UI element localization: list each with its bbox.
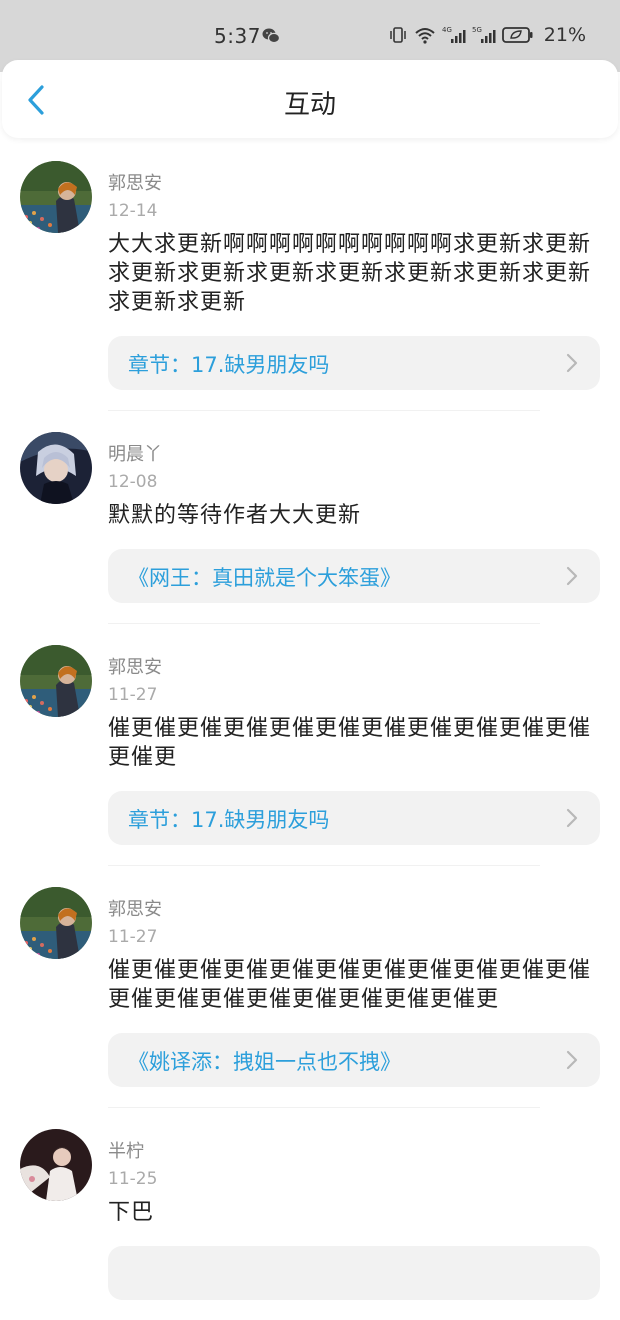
comment-item: 郭思安 12-14 大大求更新啊啊啊啊啊啊啊啊啊啊求更新求更新求更新求更新求更新… (0, 140, 620, 410)
chapter-link-card[interactable]: 章节：17.缺男朋友吗 (108, 791, 600, 845)
chapter-link-card[interactable]: 章节：17.缺男朋友吗 (108, 336, 600, 390)
vibrate-icon (388, 25, 408, 45)
battery-saver-icon (501, 26, 534, 44)
comment-date: 11-27 (108, 927, 158, 947)
signal-5g-icon: 5G (472, 25, 496, 45)
nav-header: 互动 (2, 60, 618, 138)
comment-text: 默默的等待作者大大更新 (108, 503, 362, 528)
wechat-notification-icon (262, 28, 281, 44)
book-link-card[interactable]: 《网王：真田就是个大笨蛋》 (108, 549, 600, 603)
link-text: 章节：17.缺男朋友吗 (128, 353, 330, 377)
comment-date: 11-25 (108, 1169, 158, 1189)
comment-text: 下巴 (108, 1200, 155, 1225)
wifi-icon (414, 25, 436, 45)
link-text: 章节：17.缺男朋友吗 (128, 808, 330, 832)
comment-date: 11-27 (108, 685, 158, 705)
username[interactable]: 郭思安 (108, 172, 600, 196)
user-avatar[interactable] (20, 432, 92, 504)
user-avatar[interactable] (20, 161, 92, 233)
user-avatar[interactable] (20, 1129, 92, 1201)
user-avatar[interactable] (20, 887, 92, 959)
signal-4g-icon: 4G (442, 25, 466, 45)
chevron-right-icon (566, 566, 578, 586)
link-card[interactable] (108, 1246, 600, 1300)
chevron-right-icon (566, 808, 578, 828)
svg-text:5G: 5G (472, 26, 482, 34)
comment-item: 郭思安 11-27 催更催更催更催更催更催更催更催更催更催更催更催更催更催更催更… (0, 866, 620, 1107)
username[interactable]: 明晨丫 (108, 443, 600, 467)
comment-date: 12-08 (108, 472, 158, 492)
link-text: 《姚译添：拽姐一点也不拽》 (128, 1050, 401, 1074)
user-avatar[interactable] (20, 645, 92, 717)
comment-feed[interactable]: 郭思安 12-14 大大求更新啊啊啊啊啊啊啊啊啊啊求更新求更新求更新求更新求更新… (0, 140, 620, 1320)
status-time: 5:37 (214, 24, 261, 48)
chevron-right-icon (566, 1050, 578, 1070)
comment-item: 郭思安 11-27 催更催更催更催更催更催更催更催更催更催更催更催更 章节：17… (0, 624, 620, 865)
chevron-right-icon (566, 353, 578, 373)
link-text: 《网王：真田就是个大笨蛋》 (128, 566, 401, 590)
status-icons: 4G 5G 21% (388, 24, 586, 46)
comment-item: 明晨丫 12-08 默默的等待作者大大更新 《网王：真田就是个大笨蛋》 (0, 411, 620, 623)
username[interactable]: 半柠 (108, 1140, 600, 1164)
comment-text: 催更催更催更催更催更催更催更催更催更催更催更催更催更催更催更催更催更催更催更 (108, 958, 592, 1012)
comment-date: 12-14 (108, 201, 158, 221)
battery-percent: 21% (543, 24, 586, 46)
comment-text: 催更催更催更催更催更催更催更催更催更催更催更催更 (108, 716, 592, 770)
comment-item: 半柠 11-25 下巴 (0, 1108, 620, 1320)
svg-text:4G: 4G (442, 26, 452, 34)
page-title: 互动 (283, 90, 336, 120)
username[interactable]: 郭思安 (108, 898, 600, 922)
book-link-card[interactable]: 《姚译添：拽姐一点也不拽》 (108, 1033, 600, 1087)
username[interactable]: 郭思安 (108, 656, 600, 680)
comment-text: 大大求更新啊啊啊啊啊啊啊啊啊啊求更新求更新求更新求更新求更新求更新求更新求更新求… (108, 232, 592, 315)
